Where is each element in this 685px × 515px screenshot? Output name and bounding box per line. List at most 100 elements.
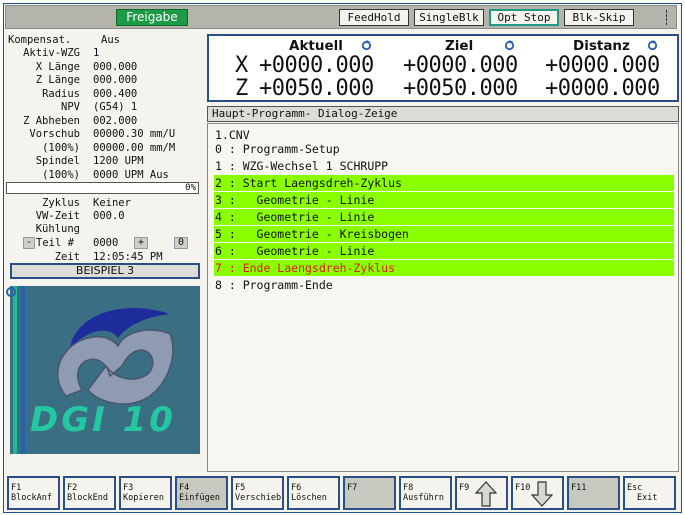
ziel-refresh-icon[interactable]: [504, 40, 515, 51]
f5-key-name: F5: [235, 483, 246, 493]
freigabe-indicator[interactable]: Freigabe: [116, 9, 188, 26]
program-line-highlighted[interactable]: 3 : Geometrie - Linie: [214, 192, 674, 208]
f8-key-label: Ausführn: [403, 493, 444, 503]
f1-key-name: F1: [11, 483, 22, 493]
zyklus-row: Zyklus Keiner: [6, 197, 202, 210]
z-distanz-value: +0000.000: [545, 76, 660, 101]
vorschub-override-label: (100%): [42, 142, 80, 154]
f1-key-label: BlockAnf: [11, 493, 52, 503]
aktuell-refresh-icon[interactable]: [361, 40, 372, 51]
program-line-highlighted[interactable]: 2 : Start Laengsdreh-Zyklus: [214, 175, 674, 191]
logo-text: DGI 10: [30, 400, 176, 440]
program-progress-bar: 0%: [6, 182, 199, 194]
spindel-override-label: (100%): [42, 169, 80, 181]
esc-key-name: Esc: [627, 483, 643, 493]
f3-key-label: Kopieren: [123, 493, 164, 503]
z-abheben-row: Z Abheben 002.000: [6, 115, 202, 128]
vorschub-label: Vorschub: [29, 128, 80, 140]
f2-blockend-key[interactable]: F2 BlockEnd: [63, 476, 116, 510]
f9-up-key[interactable]: F9: [455, 476, 508, 510]
f11-key[interactable]: F11: [567, 476, 620, 510]
program-listing[interactable]: 1.CNV 0 : Programm-Setup 1 : WZG-Wechsel…: [207, 123, 679, 472]
kuehlung-row: Kühlung: [6, 223, 202, 236]
top-toolbar: Freigabe FeedHold SingleBlk Opt Stop Blk…: [5, 5, 677, 29]
z-aktuell-value: +0050.000: [259, 76, 374, 101]
program-line-error[interactable]: 7 : Ende Laengsdreh-Zyklus: [214, 260, 674, 276]
spindel-row: Spindel 1200 UPM: [6, 155, 202, 168]
f3-key-name: F3: [123, 483, 134, 493]
program-line-highlighted[interactable]: 4 : Geometrie - Linie: [214, 209, 674, 225]
blkskip-button[interactable]: Blk-Skip: [564, 9, 634, 26]
f4-key-name: F4: [179, 483, 190, 493]
f10-down-key[interactable]: F10: [511, 476, 564, 510]
kompensat-value: Aus: [101, 34, 120, 46]
z-abheben-value: 002.000: [93, 115, 138, 127]
teil-count-field[interactable]: 0: [174, 237, 188, 249]
x-ziel-value: +0000.000: [403, 53, 518, 78]
feedhold-button[interactable]: FeedHold: [339, 9, 409, 26]
f2-key-label: BlockEnd: [67, 493, 108, 503]
program-line[interactable]: 0 : Programm-Setup: [214, 141, 674, 157]
esc-key-label: Exit: [637, 493, 658, 503]
x-aktuell-value: +0000.000: [259, 53, 374, 78]
program-line-highlighted[interactable]: 6 : Geometrie - Linie: [214, 243, 674, 259]
refresh-icon[interactable]: [5, 286, 17, 298]
vorschub-override-row: (100%) 00000.00 mm/M: [6, 142, 202, 155]
radius-value: 000.400: [93, 88, 138, 100]
teil-row: Teil # 0000: [6, 237, 202, 250]
radius-label: Radius: [42, 88, 80, 100]
spindel-override-value: 0000 UPM Aus: [93, 169, 169, 181]
teil-increment-button[interactable]: +: [134, 237, 148, 249]
f3-kopieren-key[interactable]: F3 Kopieren: [119, 476, 172, 510]
aktiv-wzg-value: 1: [93, 47, 100, 59]
zyklus-label: Zyklus: [42, 197, 80, 209]
npv-label: NPV: [61, 101, 80, 113]
aktiv-wzg-label: Aktiv-WZG: [23, 47, 80, 59]
x-distanz-value: +0000.000: [545, 53, 660, 78]
z-laenge-value: 000.000: [93, 74, 138, 86]
distanz-refresh-icon[interactable]: [647, 40, 658, 51]
x-laenge-row: X Länge 000.000: [6, 61, 202, 74]
optstop-button[interactable]: Opt Stop: [489, 9, 559, 26]
f5-verschieb-key[interactable]: F5 Verschieb: [231, 476, 284, 510]
x-axis-label: X: [235, 53, 249, 78]
f8-key-name: F8: [403, 483, 414, 493]
z-axis-label: Z: [235, 76, 249, 101]
vw-zeit-value: 000.0: [93, 210, 125, 222]
f5-key-label: Verschieb: [235, 493, 282, 503]
spindel-label: Spindel: [35, 155, 80, 167]
f2-key-name: F2: [67, 483, 78, 493]
f11-key-name: F11: [571, 483, 587, 493]
toolbar-separator: [666, 10, 667, 25]
singleblk-button[interactable]: SingleBlk: [414, 9, 484, 26]
program-title-bar: Haupt-Programm- Dialog-Zeige: [207, 106, 679, 122]
vorschub-override-value: 00000.00 mm/M: [93, 142, 176, 154]
f7-key-name: F7: [347, 483, 358, 493]
z-ziel-value: +0050.000: [403, 76, 518, 101]
npv-value: (G54) 1: [93, 101, 138, 113]
radius-row: Radius 000.400: [6, 88, 202, 101]
esc-exit-key[interactable]: Esc Exit: [623, 476, 676, 510]
vorschub-row: Vorschub 00000.30 mm/U: [6, 128, 202, 141]
program-line-highlighted[interactable]: 5 : Geometrie - Kreisbogen: [214, 226, 674, 242]
example-name-label: BEISPIEL 3: [10, 263, 200, 279]
npv-row: NPV (G54) 1: [6, 101, 202, 114]
aktiv-wzg-row: Aktiv-WZG 1: [6, 47, 202, 60]
f1-blockanf-key[interactable]: F1 BlockAnf: [7, 476, 60, 510]
f7-key[interactable]: F7: [343, 476, 396, 510]
z-laenge-row: Z Länge 000.000: [6, 74, 202, 87]
teil-label: Teil #: [36, 237, 74, 249]
f4-einfuegen-key[interactable]: F4 Einfügen: [175, 476, 228, 510]
x-laenge-label: X Länge: [35, 61, 80, 73]
f8-ausfuehrn-key[interactable]: F8 Ausführn: [399, 476, 452, 510]
program-line[interactable]: 1 : WZG-Wechsel 1 SCHRUPP: [214, 158, 674, 174]
zyklus-value: Keiner: [93, 197, 131, 209]
position-display: Aktuell Ziel Distanz X +0000.000 +0000.0…: [207, 34, 679, 102]
progress-text: 0%: [185, 183, 196, 193]
kuehlung-label: Kühlung: [35, 223, 80, 235]
vorschub-value: 00000.30 mm/U: [93, 128, 176, 140]
program-line[interactable]: 8 : Programm-Ende: [214, 277, 674, 293]
kompensat-label: Kompensat.: [8, 34, 72, 46]
kompensat-row: Kompensat. Aus: [6, 34, 202, 47]
f6-loeschen-key[interactable]: F6 Löschen: [287, 476, 340, 510]
